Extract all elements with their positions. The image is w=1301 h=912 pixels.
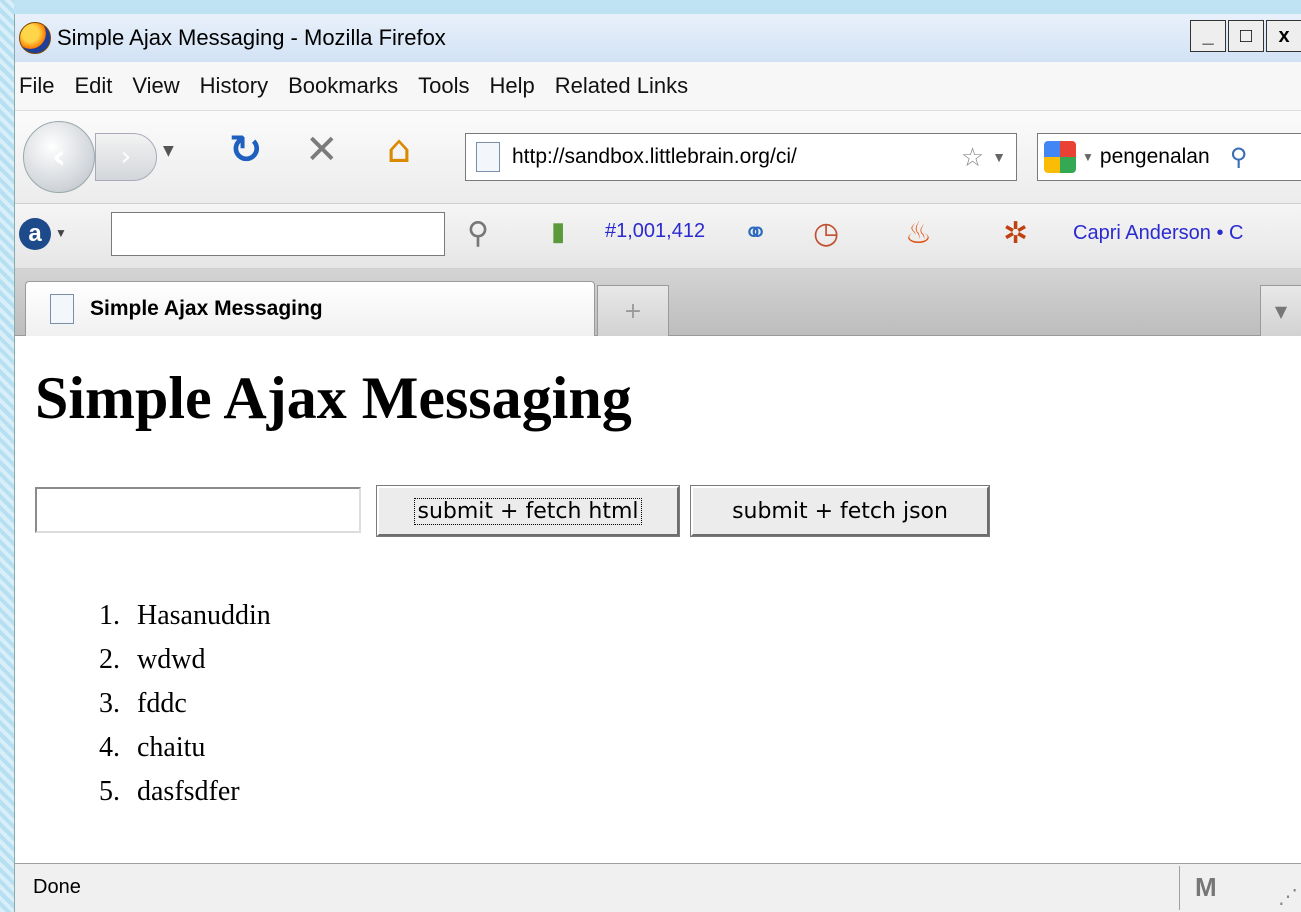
alexa-dropdown-icon[interactable]: ▼ xyxy=(55,226,67,240)
title-bar: Simple Ajax Messaging - Mozilla Firefox … xyxy=(15,14,1301,62)
alexa-toolbar: a ▼ ⚲ ▮ #1,001,412 ⚭ ◷ ♨ ✲ Capri Anderso… xyxy=(15,204,1301,269)
bookmark-star-icon[interactable]: ☆ xyxy=(961,142,984,173)
stop-icon[interactable]: ✕ xyxy=(305,127,339,173)
search-icon[interactable]: ⚲ xyxy=(1230,143,1248,172)
tab-list-dropdown-icon[interactable]: ▼ xyxy=(1260,285,1301,336)
forward-arrow-icon: › xyxy=(120,142,132,172)
search-engine-dropdown-icon[interactable]: ▼ xyxy=(1082,150,1094,164)
home-icon[interactable]: ⌂ xyxy=(387,127,411,171)
back-arrow-icon: ‹ xyxy=(51,137,66,177)
alexa-search-input[interactable] xyxy=(111,212,445,256)
submit-fetch-html-button[interactable]: submit + fetch html xyxy=(376,485,680,537)
url-dropdown-icon[interactable]: ▼ xyxy=(992,149,1006,165)
status-divider xyxy=(1179,866,1180,910)
maximize-button[interactable]: □ xyxy=(1228,20,1264,52)
message-input[interactable] xyxy=(35,487,361,533)
status-bar: Done M ⋰ xyxy=(15,863,1301,912)
close-button[interactable]: x xyxy=(1266,20,1301,52)
new-tab-button[interactable]: + xyxy=(597,285,669,336)
menu-help[interactable]: Help xyxy=(490,73,535,99)
history-dropdown-icon[interactable]: ▼ xyxy=(163,143,174,159)
tab-simple-ajax-messaging[interactable]: Simple Ajax Messaging xyxy=(25,281,595,336)
menu-bookmarks[interactable]: Bookmarks xyxy=(288,73,398,99)
page-heading: Simple Ajax Messaging xyxy=(35,365,632,431)
window-controls: _ □ x xyxy=(1188,20,1301,52)
search-box[interactable]: ▼ pengenalan ⚲ xyxy=(1037,133,1301,181)
list-item: Hasanuddin xyxy=(127,594,271,638)
magnifier-icon[interactable]: ⚲ xyxy=(467,216,489,251)
tab-page-icon xyxy=(50,294,74,324)
search-input[interactable]: pengenalan xyxy=(1100,145,1230,169)
forward-button[interactable]: › xyxy=(95,133,157,181)
rank-bars-icon: ▮ xyxy=(551,216,566,246)
browser-window: Simple Ajax Messaging - Mozilla Firefox … xyxy=(14,14,1301,912)
menu-related-links[interactable]: Related Links xyxy=(555,73,688,99)
firefox-icon xyxy=(19,22,51,54)
desktop-background xyxy=(0,0,14,912)
message-list: Hasanuddin wdwd fddc chaitu dasfsdfer xyxy=(79,594,271,814)
fire-icon[interactable]: ♨ xyxy=(905,216,932,251)
window-title: Simple Ajax Messaging - Mozilla Firefox xyxy=(57,25,446,50)
menu-edit[interactable]: Edit xyxy=(74,73,112,99)
link-icon[interactable]: ⚭ xyxy=(743,216,768,251)
search-sparkle-icon[interactable]: ✲ xyxy=(1003,216,1028,251)
alexa-logo-icon[interactable]: a xyxy=(19,218,51,250)
reload-icon[interactable]: ↻ xyxy=(229,127,263,173)
tab-label: Simple Ajax Messaging xyxy=(90,297,323,320)
menu-bar: File Edit View History Bookmarks Tools H… xyxy=(15,62,1301,111)
page-icon xyxy=(476,142,500,172)
back-forward-group: ‹ › ▼ xyxy=(23,121,213,193)
google-search-engine-icon[interactable] xyxy=(1044,141,1076,173)
minimize-button[interactable]: _ xyxy=(1190,20,1226,52)
list-item: chaitu xyxy=(127,726,271,770)
page-content: Simple Ajax Messaging submit + fetch htm… xyxy=(15,336,1301,863)
list-item: fddc xyxy=(127,682,271,726)
url-text[interactable]: http://sandbox.littlebrain.org/ci/ xyxy=(512,145,953,169)
history-clock-icon[interactable]: ◷ xyxy=(813,216,839,251)
navigation-toolbar: ‹ › ▼ ↻ ✕ ⌂ http://sandbox.littlebrain.o… xyxy=(15,111,1301,204)
submit-fetch-json-button[interactable]: submit + fetch json xyxy=(690,485,990,537)
alexa-rank[interactable]: #1,001,412 xyxy=(605,220,705,243)
submit-fetch-html-label: submit + fetch html xyxy=(414,497,642,525)
gmail-icon[interactable]: M xyxy=(1195,872,1217,903)
user-link-label[interactable]: Capri Anderson xyxy=(1073,222,1211,244)
menu-tools[interactable]: Tools xyxy=(418,73,469,99)
menu-history[interactable]: History xyxy=(200,73,268,99)
resize-grip-icon[interactable]: ⋰ xyxy=(1278,884,1298,909)
user-link[interactable]: Capri Anderson • C xyxy=(1073,222,1243,245)
status-text: Done xyxy=(33,876,81,898)
url-bar[interactable]: http://sandbox.littlebrain.org/ci/ ☆ ▼ xyxy=(465,133,1017,181)
list-item: dasfsdfer xyxy=(127,770,271,814)
tab-strip: Simple Ajax Messaging + ▼ xyxy=(15,269,1301,336)
menu-file[interactable]: File xyxy=(19,73,54,99)
menu-view[interactable]: View xyxy=(132,73,179,99)
more-link[interactable]: • C xyxy=(1216,222,1243,244)
list-item: wdwd xyxy=(127,638,271,682)
back-button[interactable]: ‹ xyxy=(23,121,95,193)
